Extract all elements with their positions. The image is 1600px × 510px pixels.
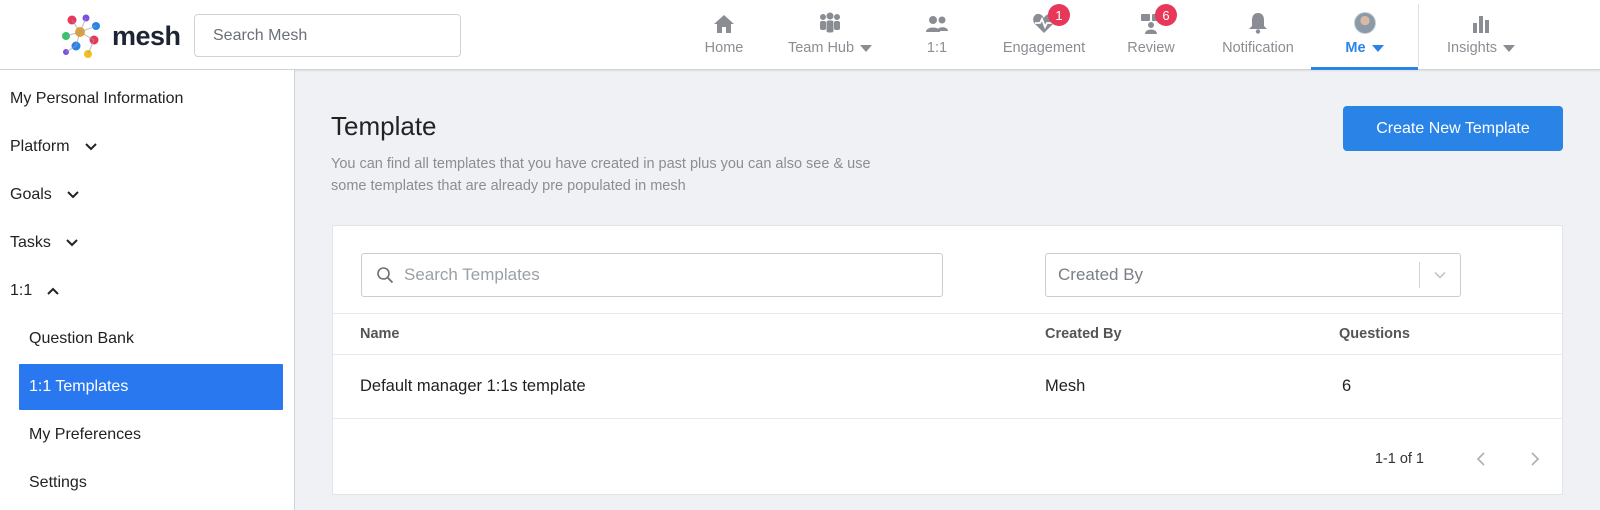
- created-by-filter-value: Created By: [1058, 265, 1144, 284]
- nav-one-on-one-label: 1:1: [926, 40, 948, 56]
- top-bar: mesh Home Team Hub 1:1 1 Engagement 6: [0, 0, 1600, 70]
- mesh-logo-icon: [62, 14, 100, 58]
- sidebar: My Personal Information Platform Goals T…: [0, 70, 295, 510]
- pagination: 1-1 of 1: [1375, 444, 1562, 474]
- nav-team-hub-label: Team Hub: [787, 40, 855, 56]
- chevron-up-icon: [47, 287, 59, 295]
- column-header-name[interactable]: Name: [360, 326, 400, 342]
- search-icon: [377, 267, 394, 284]
- sidebar-item-goals[interactable]: Goals: [10, 172, 80, 218]
- nav-engagement[interactable]: 1 Engagement: [1000, 0, 1088, 70]
- bar-chart-icon: [1473, 16, 1489, 33]
- cell-questions: 6: [1342, 377, 1352, 395]
- pagination-range: 1-1 of 1: [1374, 451, 1424, 467]
- home-icon: [714, 15, 734, 33]
- sidebar-item-preferences[interactable]: My Preferences: [19, 412, 283, 458]
- nav-insights[interactable]: Insights: [1440, 0, 1522, 70]
- sidebar-item-label: Tasks: [10, 234, 51, 251]
- cell-template-name[interactable]: Default manager 1:1s template: [360, 377, 586, 396]
- chevron-down-icon: [1502, 44, 1515, 52]
- logo-text: mesh: [112, 20, 181, 51]
- chevron-down-icon[interactable]: [1420, 268, 1460, 282]
- sidebar-item-one-on-one[interactable]: 1:1: [10, 268, 60, 314]
- sidebar-item-platform[interactable]: Platform: [10, 124, 98, 170]
- nav-one-on-one[interactable]: 1:1: [912, 0, 962, 70]
- created-by-filter[interactable]: Created By: [1045, 253, 1461, 297]
- nav-review[interactable]: 6 Review: [1120, 0, 1182, 70]
- sidebar-item-label: Settings: [29, 474, 87, 491]
- chevron-down-icon: [84, 143, 97, 151]
- nav-team-hub[interactable]: Team Hub: [784, 0, 876, 70]
- sidebar-item-label: 1:1: [10, 282, 33, 299]
- templates-card: Search Templates Created By Name Created…: [332, 225, 1563, 495]
- cell-created-by: Mesh: [1045, 377, 1086, 395]
- column-header-questions[interactable]: Questions: [1339, 326, 1410, 342]
- chevron-down-icon: [1371, 44, 1384, 52]
- chevron-left-icon: [1476, 452, 1485, 466]
- review-badge: 6: [1155, 4, 1177, 26]
- table-header: Name Created By Questions: [333, 313, 1562, 355]
- nav-home[interactable]: Home: [694, 0, 754, 70]
- prev-page-button[interactable]: [1454, 451, 1508, 467]
- engagement-badge: 1: [1048, 4, 1070, 26]
- sidebar-item-question-bank[interactable]: Question Bank: [19, 316, 283, 362]
- nav-me[interactable]: Me: [1311, 0, 1418, 70]
- sidebar-item-label: 1:1 Templates: [29, 378, 129, 395]
- sidebar-item-personal-info[interactable]: My Personal Information: [10, 76, 183, 122]
- sidebar-item-label: Goals: [10, 186, 52, 203]
- sidebar-item-label: My Preferences: [29, 426, 142, 443]
- nav-notification[interactable]: Notification: [1214, 0, 1302, 70]
- nav-home-label: Home: [704, 40, 744, 56]
- people-icon: [926, 16, 948, 32]
- table-row[interactable]: Default manager 1:1s template Mesh 6: [333, 355, 1562, 419]
- sidebar-item-templates[interactable]: 1:1 Templates: [19, 364, 283, 410]
- team-icon: [820, 12, 840, 33]
- chevron-down-icon: [67, 191, 79, 199]
- nav-engagement-label: Engagement: [1002, 40, 1086, 56]
- mesh-logo[interactable]: mesh: [58, 12, 181, 60]
- nav-review-label: Review: [1127, 40, 1175, 56]
- nav-me-label: Me: [1345, 40, 1366, 56]
- nav-insights-label: Insights: [1447, 40, 1497, 56]
- chevron-down-icon: [66, 239, 78, 247]
- next-page-button[interactable]: [1508, 451, 1562, 467]
- sidebar-item-tasks[interactable]: Tasks: [10, 220, 79, 266]
- page-description: You can find all templates that you have…: [331, 156, 871, 194]
- template-search-placeholder: Search Templates: [404, 265, 540, 284]
- sidebar-item-label: Platform: [10, 138, 70, 155]
- page-title: Template: [331, 111, 437, 141]
- template-search-input[interactable]: Search Templates: [361, 253, 943, 297]
- chevron-right-icon: [1531, 452, 1540, 466]
- column-header-created-by[interactable]: Created By: [1045, 326, 1122, 342]
- nav-notification-label: Notification: [1222, 40, 1294, 56]
- sidebar-item-label: Question Bank: [29, 330, 134, 347]
- create-template-button[interactable]: Create New Template: [1343, 106, 1563, 151]
- sidebar-item-settings[interactable]: Settings: [19, 460, 283, 506]
- nav-divider: [1418, 4, 1419, 66]
- avatar: [1353, 12, 1376, 34]
- chevron-down-icon: [860, 44, 873, 52]
- global-search-input[interactable]: [194, 14, 461, 57]
- bell-icon: [1249, 13, 1267, 34]
- sidebar-item-label: My Personal Information: [10, 90, 184, 107]
